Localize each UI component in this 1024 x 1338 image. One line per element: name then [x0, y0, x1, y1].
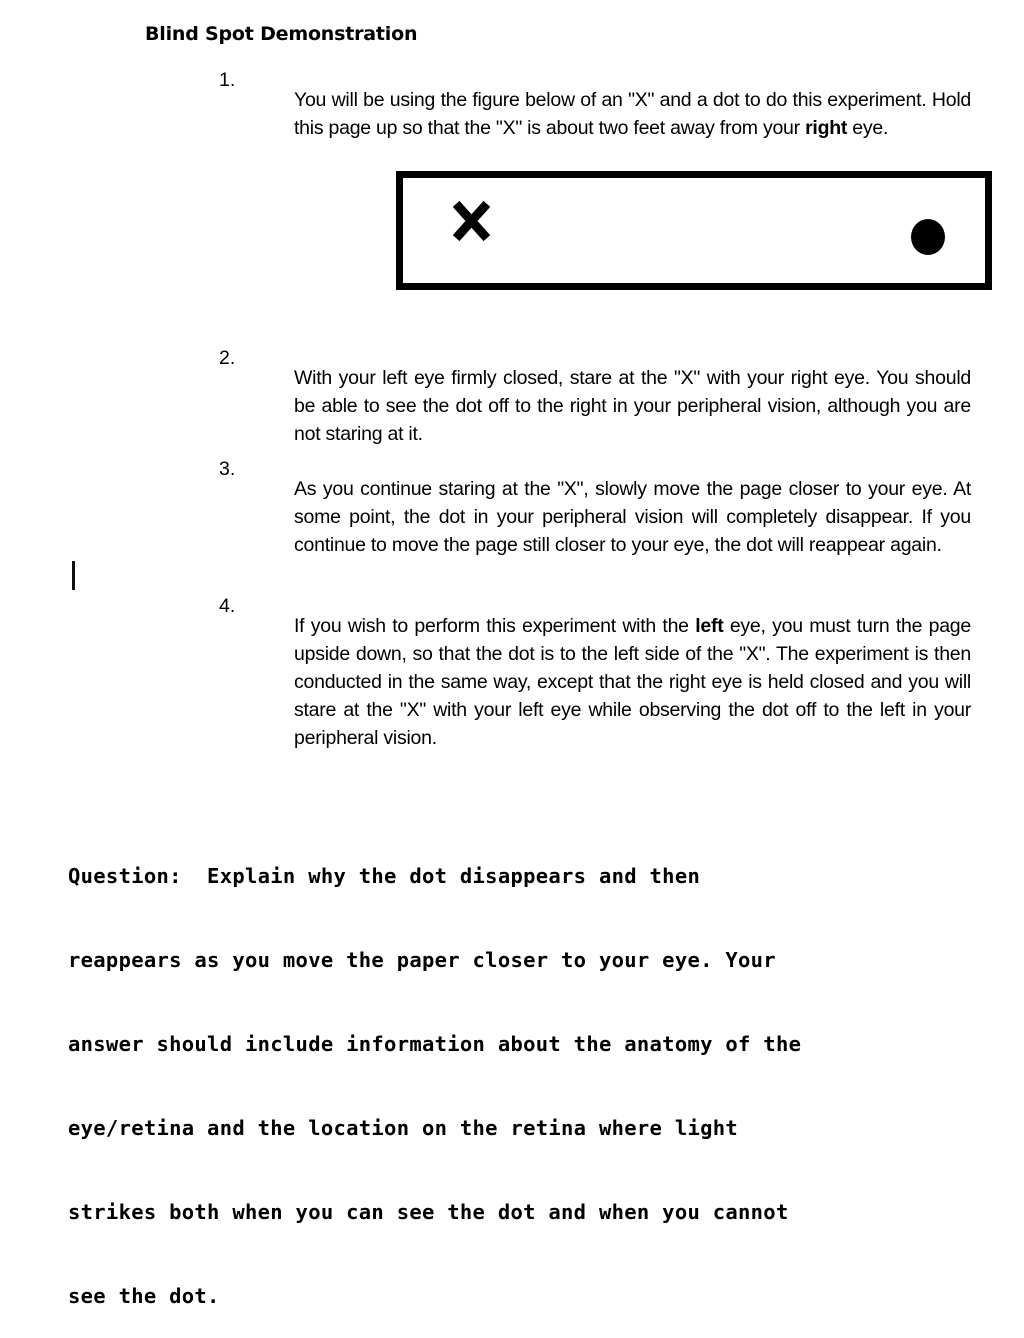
list-item: 4. If you wish to perform this experimen… [219, 592, 971, 771]
x-mark-icon [445, 194, 497, 246]
list-item: 1. You will be using the figure below of… [219, 66, 971, 161]
list-item-text: You will be using the figure below of an… [294, 86, 971, 142]
question-line: reappears as you move the paper closer t… [68, 948, 776, 972]
list-item-text: If you wish to perform this experiment w… [294, 612, 971, 752]
list-item-number: 4. [219, 595, 236, 617]
question-block: Question: Explain why the dot disappears… [68, 806, 988, 1338]
page-title: Blind Spot Demonstration [145, 22, 418, 45]
list-item-text-after-bold: eye. [847, 116, 889, 139]
list-item-text: As you continue staring at the "X", slow… [294, 475, 971, 559]
question-line: eye/retina and the location on the retin… [68, 1116, 739, 1140]
list-item-text-before-bold: As you continue staring at the "X", slow… [294, 477, 971, 556]
text-cursor-caret [72, 561, 75, 590]
list-item-number: 1. [219, 69, 236, 91]
list-item: 3. As you continue staring at the "X", s… [219, 455, 971, 578]
list-item-text-before-bold: With your left eye firmly closed, stare … [294, 366, 971, 445]
blind-spot-figure [396, 171, 992, 290]
list-item-number: 3. [219, 458, 236, 480]
question-line: Question: Explain why the dot disappears… [68, 864, 701, 888]
list-item-text: With your left eye firmly closed, stare … [294, 364, 971, 448]
question-line: strikes both when you can see the dot an… [68, 1200, 789, 1224]
dot-icon [911, 219, 945, 255]
list-item: 2. With your left eye firmly closed, sta… [219, 344, 971, 467]
list-item-text-before-bold: If you wish to perform this experiment w… [294, 614, 696, 637]
list-item-emphasis: right [805, 116, 848, 139]
list-item-emphasis: left [695, 614, 724, 637]
list-item-number: 2. [219, 347, 236, 369]
question-line: answer should include information about … [68, 1032, 802, 1056]
question-line: see the dot. [68, 1284, 220, 1308]
